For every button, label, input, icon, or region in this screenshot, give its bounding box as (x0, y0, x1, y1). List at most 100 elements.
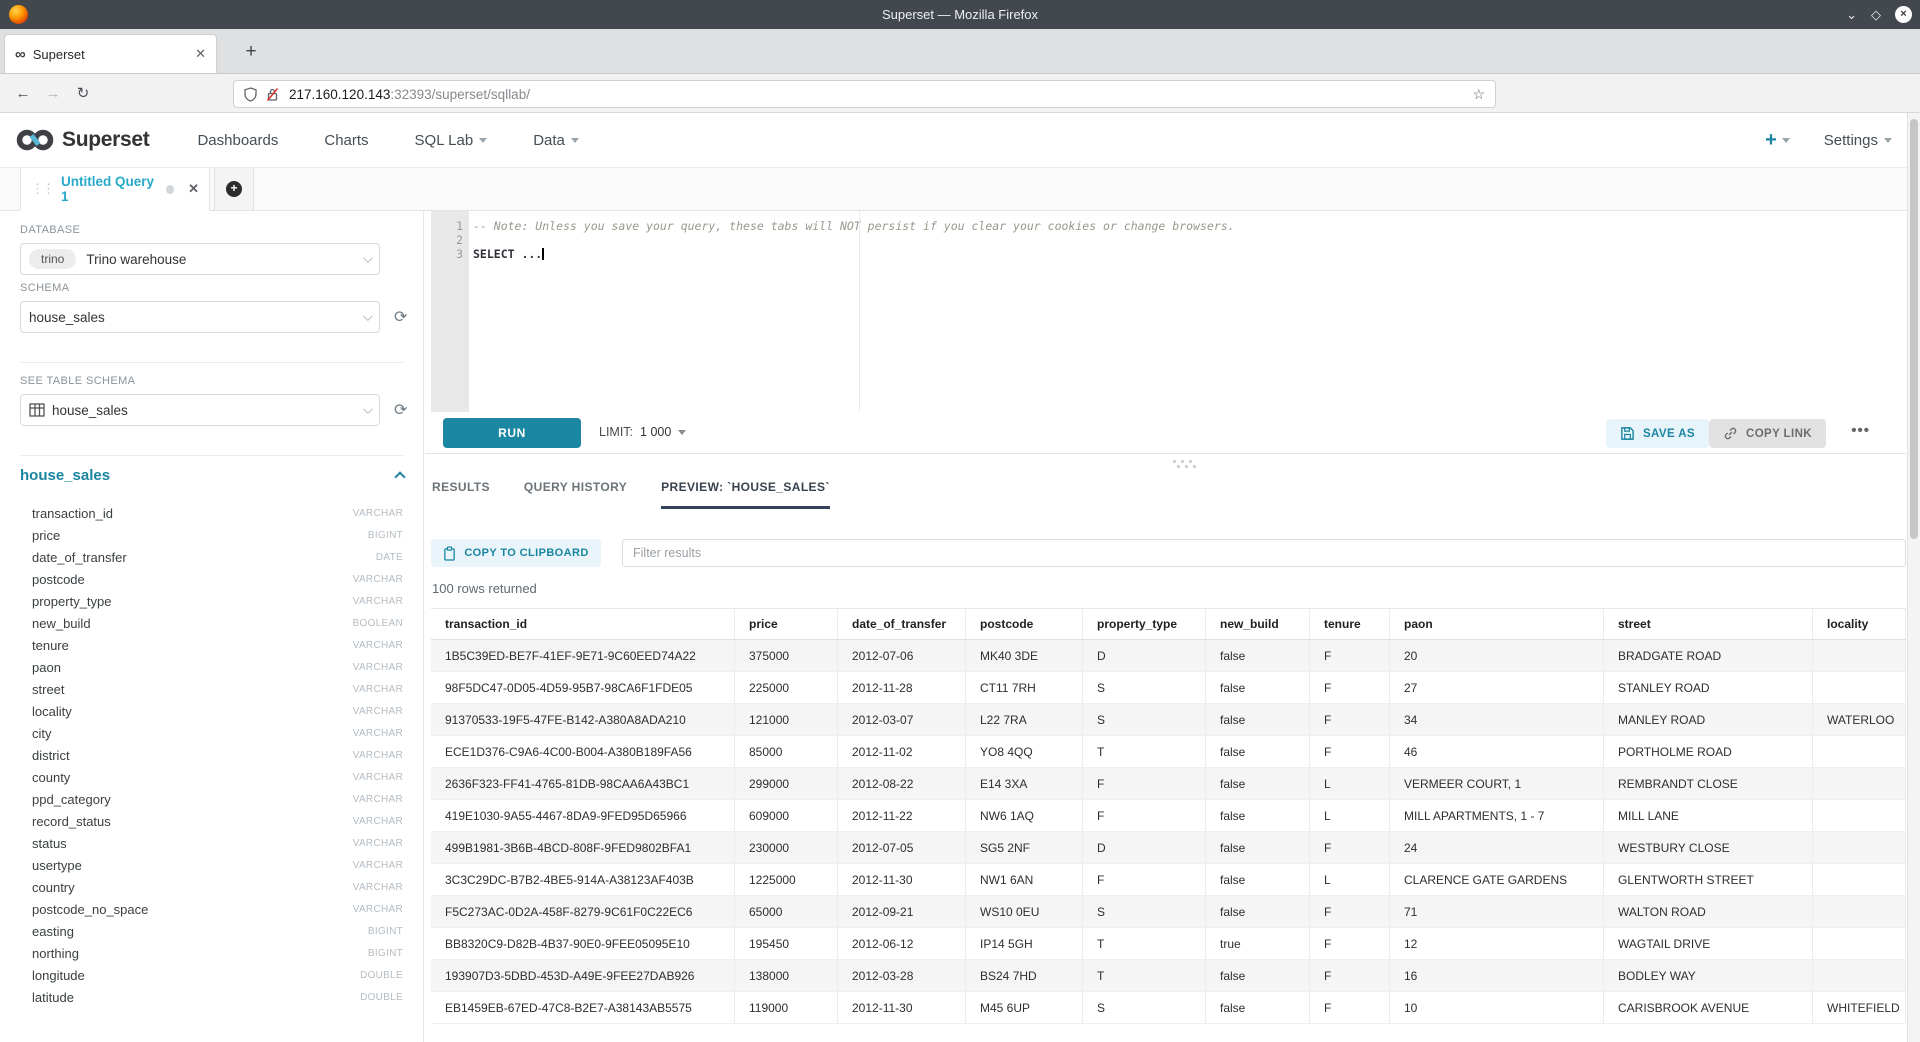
settings-menu[interactable]: Settings (1824, 132, 1892, 149)
results-tab-2[interactable]: PREVIEW: `HOUSE_SALES` (661, 480, 830, 509)
schema-column-row[interactable]: latitudeDOUBLE (0, 986, 423, 1008)
filter-results-input[interactable] (622, 539, 1906, 567)
column-type: VARCHAR (353, 882, 403, 893)
table-select[interactable]: house_sales (20, 394, 380, 426)
column-header-tenure[interactable]: tenure (1310, 609, 1390, 639)
copy-link-button[interactable]: COPY LINK (1709, 419, 1826, 448)
window-minimize-button[interactable]: ⌄ (1846, 7, 1857, 23)
save-as-button[interactable]: SAVE AS (1606, 419, 1709, 448)
table-cell: 375000 (735, 640, 838, 671)
table-cell: BRADGATE ROAD (1604, 640, 1813, 671)
schema-select[interactable]: house_sales (20, 301, 380, 333)
copy-to-clipboard-button[interactable]: COPY TO CLIPBOARD (431, 539, 601, 567)
window-close-button[interactable]: × (1895, 6, 1912, 23)
schema-column-row[interactable]: cityVARCHAR (0, 722, 423, 744)
refresh-schemas-icon[interactable]: ⟳ (394, 307, 407, 327)
schema-column-row[interactable]: property_typeVARCHAR (0, 590, 423, 612)
drag-handle-icon[interactable]: ⋮⋮ (31, 181, 53, 197)
query-tab-close-icon[interactable]: ✕ (188, 181, 199, 197)
url-bar[interactable]: 217.160.120.143:32393/superset/sqllab/ ☆ (233, 80, 1496, 108)
schema-column-row[interactable]: transaction_idVARCHAR (0, 502, 423, 524)
scrollbar-thumb[interactable] (1910, 119, 1918, 539)
refresh-tables-icon[interactable]: ⟳ (394, 400, 407, 420)
forward-icon[interactable]: → (38, 85, 68, 102)
column-header-postcode[interactable]: postcode (966, 609, 1083, 639)
column-header-new_build[interactable]: new_build (1206, 609, 1310, 639)
reload-icon[interactable]: ↻ (68, 84, 98, 102)
schema-column-row[interactable]: northingBIGINT (0, 942, 423, 964)
schema-column-row[interactable]: countryVARCHAR (0, 876, 423, 898)
results-tab-0[interactable]: RESULTS (432, 480, 490, 509)
schema-column-row[interactable]: paonVARCHAR (0, 656, 423, 678)
back-icon[interactable]: ← (8, 85, 38, 102)
nav-item-dashboards[interactable]: Dashboards (197, 132, 278, 149)
schema-column-row[interactable]: postcodeVARCHAR (0, 568, 423, 590)
schema-column-row[interactable]: eastingBIGINT (0, 920, 423, 942)
editor-lines: -- Note: Unless you save your query, the… (473, 211, 1906, 412)
code-text: -- Note: Unless you save your query, the… (473, 219, 1235, 233)
collapse-chevron-icon[interactable] (394, 471, 405, 482)
run-button[interactable]: RUN (443, 418, 581, 448)
schema-column-row[interactable]: date_of_transferDATE (0, 546, 423, 568)
column-name: county (32, 770, 353, 785)
window-maximize-button[interactable]: ◇ (1871, 7, 1881, 23)
schema-column-row[interactable]: districtVARCHAR (0, 744, 423, 766)
shield-icon[interactable] (244, 87, 257, 102)
schema-column-row[interactable]: record_statusVARCHAR (0, 810, 423, 832)
schema-column-row[interactable]: statusVARCHAR (0, 832, 423, 854)
browser-toolbar: ← → ↻ 217.160.120.143:32393/superset/sql… (0, 73, 1920, 113)
table-cell: WATERLOO (1813, 704, 1906, 735)
schema-column-row[interactable]: localityVARCHAR (0, 700, 423, 722)
table-cell: GLENTWORTH STREET (1604, 864, 1813, 895)
nav-item-data[interactable]: Data (533, 132, 579, 149)
results-tab-1[interactable]: QUERY HISTORY (524, 480, 627, 509)
database-select[interactable]: trino Trino warehouse (20, 243, 380, 275)
column-header-property_type[interactable]: property_type (1083, 609, 1206, 639)
bookmark-star-icon[interactable]: ☆ (1472, 86, 1485, 103)
table-cell: false (1206, 704, 1310, 735)
limit-control[interactable]: LIMIT: 1 000 (599, 425, 686, 439)
schema-column-row[interactable]: streetVARCHAR (0, 678, 423, 700)
table-cell: F (1310, 896, 1390, 927)
nav-item-charts[interactable]: Charts (324, 132, 368, 149)
schema-column-row[interactable]: priceBIGINT (0, 524, 423, 546)
pane-resize-handle[interactable] (1173, 460, 1199, 468)
column-header-price[interactable]: price (735, 609, 838, 639)
schema-column-row[interactable]: postcode_no_spaceVARCHAR (0, 898, 423, 920)
schema-column-row[interactable]: longitudeDOUBLE (0, 964, 423, 986)
column-header-transaction_id[interactable]: transaction_id (431, 609, 735, 639)
divider (20, 362, 404, 363)
table-cell: NW6 1AQ (966, 800, 1083, 831)
table-cell (1813, 896, 1906, 927)
superset-favicon: ∞ (15, 46, 25, 63)
nav-item-sql-lab[interactable]: SQL Lab (415, 132, 488, 149)
divider (20, 455, 404, 456)
window-titlebar[interactable]: Superset — Mozilla Firefox ⌄ ◇ × (0, 0, 1920, 29)
query-tab[interactable]: ⋮⋮ Untitled Query 1 ✕ (20, 168, 210, 211)
column-header-date_of_transfer[interactable]: date_of_transfer (838, 609, 966, 639)
table-cell: WS10 0EU (966, 896, 1083, 927)
schema-column-row[interactable]: tenureVARCHAR (0, 634, 423, 656)
schema-column-row[interactable]: ppd_categoryVARCHAR (0, 788, 423, 810)
add-query-tab-button[interactable]: + (214, 168, 254, 211)
column-header-paon[interactable]: paon (1390, 609, 1604, 639)
table-cell: 16 (1390, 960, 1604, 991)
add-new-button[interactable]: + (1765, 129, 1790, 152)
schema-column-row[interactable]: usertypeVARCHAR (0, 854, 423, 876)
window-scrollbar[interactable] (1907, 113, 1920, 1042)
more-options-button[interactable]: ••• (1851, 422, 1870, 439)
column-header-street[interactable]: street (1604, 609, 1813, 639)
column-header-locality[interactable]: locality (1813, 609, 1906, 639)
table-schema-heading[interactable]: house_sales (20, 467, 110, 484)
table-cell: YO8 4QQ (966, 736, 1083, 767)
browser-tab[interactable]: ∞ Superset ✕ (4, 34, 217, 73)
tab-close-icon[interactable]: ✕ (195, 46, 206, 62)
table-cell: T (1083, 960, 1206, 991)
new-tab-button[interactable]: + (237, 39, 265, 67)
superset-logo[interactable]: Superset (14, 126, 149, 154)
column-name: ppd_category (32, 792, 353, 807)
sql-code-editor[interactable]: 123 -- Note: Unless you save your query,… (431, 211, 1906, 412)
insecure-lock-icon[interactable] (266, 87, 279, 102)
schema-column-row[interactable]: new_buildBOOLEAN (0, 612, 423, 634)
schema-column-row[interactable]: countyVARCHAR (0, 766, 423, 788)
